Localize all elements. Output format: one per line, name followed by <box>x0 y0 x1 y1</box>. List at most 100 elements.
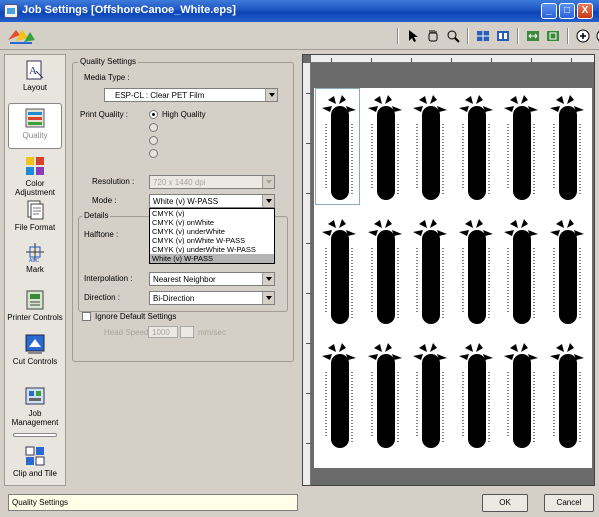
canoe-artwork-tile <box>413 343 447 448</box>
print-preview[interactable] <box>302 54 595 486</box>
canoe-artwork-tile <box>458 95 493 200</box>
minimize-button[interactable]: _ <box>541 3 557 19</box>
sidebar-item-quality[interactable]: Quality <box>8 103 62 149</box>
canoe-artwork-tile <box>413 219 447 324</box>
settings-sidebar: A Layout Quality Color Adjustment File F… <box>4 54 66 486</box>
ignore-default-settings-checkbox[interactable] <box>82 312 91 321</box>
resolution-value: 720 x 1440 dpi <box>153 178 206 187</box>
ok-button[interactable]: OK <box>482 494 528 512</box>
svg-text:ABC: ABC <box>29 258 40 263</box>
media-type-label: Media Type : <box>84 73 130 82</box>
selected-image-frame <box>315 88 360 205</box>
sidebar-item-color-adjustment[interactable]: Color Adjustment <box>5 155 65 197</box>
logo-icon <box>8 29 35 44</box>
head-speed-stepper[interactable] <box>180 326 194 338</box>
sidebar-item-printer-controls[interactable]: Printer Controls <box>5 289 65 322</box>
mode-option[interactable]: CMYK (v) onWhite <box>150 218 274 227</box>
hand-tool-icon[interactable] <box>424 27 442 45</box>
select-arrow-icon[interactable] <box>404 27 422 45</box>
toolbar-separator <box>517 28 519 44</box>
print-quality-radio-4[interactable] <box>149 149 158 158</box>
mode-option[interactable]: CMYK (v) underWhite <box>150 227 274 236</box>
file-format-icon <box>27 200 44 220</box>
svg-text:A: A <box>29 65 37 77</box>
toolbar-separator <box>567 28 569 44</box>
canoe-artwork-tile <box>504 95 538 200</box>
sidebar-item-cut-controls[interactable]: Cut Controls <box>5 333 65 366</box>
chevron-down-icon <box>265 89 277 101</box>
direction-value: Bi-Direction <box>153 294 195 303</box>
cut-controls-icon <box>25 334 45 354</box>
head-speed-input[interactable]: 1000 <box>148 326 178 338</box>
color-adjustment-icon <box>26 157 44 175</box>
zoom-in-icon[interactable] <box>574 27 592 45</box>
mode-option[interactable]: CMYK (v) <box>150 209 274 218</box>
canoe-artwork-tile <box>367 219 402 324</box>
canoe-artwork-tile <box>367 95 402 200</box>
mode-option[interactable]: CMYK (v) underWhite W-PASS <box>150 245 274 254</box>
head-speed-label: Head Speed <box>104 328 149 337</box>
close-button[interactable]: X <box>577 3 593 19</box>
job-management-icon <box>25 387 45 405</box>
app-icon <box>4 4 18 18</box>
mode-dropdown-list: CMYK (v) CMYK (v) onWhite CMYK (v) under… <box>149 208 275 264</box>
tile-view-icon[interactable] <box>494 27 512 45</box>
horizontal-ruler <box>311 55 594 63</box>
chevron-down-icon <box>262 176 274 188</box>
print-quality-radio-2[interactable] <box>149 123 158 132</box>
chevron-down-icon <box>262 292 274 304</box>
canoe-artwork-tile <box>367 343 402 448</box>
sidebar-item-mark[interactable]: ABC Mark <box>5 241 65 274</box>
printer-controls-icon <box>26 290 44 310</box>
interpolation-label: Interpolation : <box>84 274 133 283</box>
fit-to-page-icon[interactable] <box>544 27 562 45</box>
sidebar-item-file-format[interactable]: File Format <box>5 199 65 232</box>
mode-option-selected[interactable]: White (v) W-PASS <box>150 254 274 263</box>
window-title: Job Settings [OffshoreCanoe_White.eps] <box>22 4 236 16</box>
clip-and-tile-icon <box>25 446 45 466</box>
zoom-tool-icon[interactable] <box>444 27 462 45</box>
sidebar-item-layout[interactable]: A Layout <box>5 59 65 92</box>
sidebar-scroll-indicator <box>13 433 57 437</box>
quality-settings-panel: Quality Settings Media Type : ESP-CL : C… <box>70 54 298 486</box>
sidebar-item-job-management[interactable]: Job Management <box>5 385 65 427</box>
toolbar-separator <box>467 28 469 44</box>
zoom-out-icon[interactable] <box>594 27 599 45</box>
ignore-default-settings-label: Ignore Default Settings <box>95 312 177 321</box>
sidebar-item-clip-and-tile[interactable]: Clip and Tile <box>5 445 65 478</box>
canoe-artwork-tile <box>504 343 538 448</box>
mode-label: Mode : <box>92 196 117 205</box>
canoe-artwork-tile <box>549 219 584 324</box>
media-type-value: ESP-CL : Clear PET Film <box>115 91 205 100</box>
direction-label: Direction : <box>84 293 121 302</box>
maximize-button[interactable]: □ <box>559 3 575 19</box>
print-quality-radio-3[interactable] <box>149 136 158 145</box>
toolbar-separator <box>397 28 399 44</box>
cancel-button[interactable]: Cancel <box>544 494 594 512</box>
details-group-title: Details <box>82 211 111 220</box>
mode-value: White (v) W-PASS <box>153 197 219 206</box>
canoe-artwork-tile <box>458 219 493 324</box>
direction-select[interactable]: Bi-Direction <box>149 291 275 305</box>
fit-to-width-icon[interactable] <box>524 27 542 45</box>
top-strip <box>0 22 599 50</box>
canoe-artwork-tile <box>549 343 584 448</box>
media-type-select[interactable]: ESP-CL : Clear PET Film <box>104 88 278 102</box>
chevron-down-icon <box>262 195 274 207</box>
interpolation-value: Nearest Neighbor <box>153 275 216 284</box>
resolution-select[interactable]: 720 x 1440 dpi <box>149 175 275 189</box>
vertical-ruler <box>303 63 311 485</box>
mode-select[interactable]: White (v) W-PASS <box>149 194 275 208</box>
mode-option[interactable]: CMYK (v) onWhite W-PASS <box>150 236 274 245</box>
print-quality-radio-high[interactable] <box>149 110 158 119</box>
print-quality-high-label: High Quality <box>162 110 206 119</box>
canoe-artwork-tile <box>549 95 584 200</box>
quality-settings-group-title: Quality Settings <box>78 57 139 66</box>
grid-view-icon[interactable] <box>474 27 492 45</box>
print-quality-label: Print Quality : <box>80 110 129 119</box>
resolution-label: Resolution : <box>92 177 135 186</box>
head-speed-unit: mm/sec <box>198 328 226 337</box>
halftone-label: Halftone : <box>84 230 119 239</box>
interpolation-select[interactable]: Nearest Neighbor <box>149 272 275 286</box>
chevron-down-icon <box>262 273 274 285</box>
